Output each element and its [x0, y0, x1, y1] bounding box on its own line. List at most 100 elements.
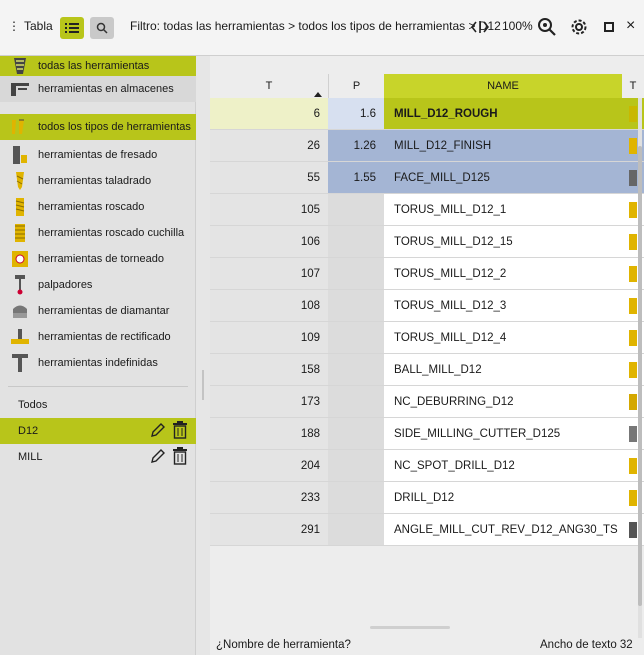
sidebar-item-all-types[interactable]: todos los tipos de herramientas: [0, 114, 196, 140]
delete-filter-button[interactable]: [172, 447, 188, 465]
cell-tool-number[interactable]: 105: [210, 194, 328, 225]
cell-tool-number[interactable]: 108: [210, 290, 328, 321]
sidebar-item-label: herramientas roscado: [38, 201, 145, 213]
sidebar-item-magazines[interactable]: herramientas en almacenes: [0, 76, 196, 102]
sidebar-item-thread-mill[interactable]: herramientas roscado cuchilla: [0, 220, 196, 246]
cell-tool-number[interactable]: 26: [210, 130, 328, 161]
cell-tool-number[interactable]: 173: [210, 386, 328, 417]
cell-pocket[interactable]: 1.55: [328, 162, 384, 193]
cell-pocket[interactable]: [328, 482, 384, 513]
column-header-type[interactable]: T: [622, 74, 644, 98]
search-button[interactable]: [90, 17, 114, 39]
cell-tool-number[interactable]: 233: [210, 482, 328, 513]
filter-item-mill[interactable]: MILL: [0, 444, 196, 470]
horizontal-scrollbar[interactable]: [370, 626, 450, 629]
cell-pocket[interactable]: [328, 418, 384, 449]
tapping-tool-icon: [10, 196, 30, 218]
cell-tool-number[interactable]: 188: [210, 418, 328, 449]
filter-label: Todos: [18, 399, 48, 411]
cell-tool-name[interactable]: TORUS_MILL_D12_4: [384, 322, 622, 353]
table-menu[interactable]: ⋮ Tabla: [8, 19, 53, 33]
sidebar-item-label: herramientas en almacenes: [38, 83, 174, 95]
column-header-t[interactable]: T: [210, 74, 328, 98]
cell-tool-name[interactable]: TORUS_MILL_D12_3: [384, 290, 622, 321]
cell-tool-name[interactable]: SIDE_MILLING_CUTTER_D125: [384, 418, 622, 449]
trash-icon: [173, 447, 187, 465]
cell-pocket[interactable]: [328, 386, 384, 417]
cell-tool-name[interactable]: FACE_MILL_D125: [384, 162, 622, 193]
cell-pocket[interactable]: [328, 290, 384, 321]
table-row[interactable]: 107 TORUS_MILL_D12_2: [210, 258, 644, 290]
cell-pocket[interactable]: [328, 194, 384, 225]
filter-item-d12[interactable]: D12: [0, 418, 196, 444]
sidebar-item-dressing[interactable]: herramientas de diamantar: [0, 298, 196, 324]
vertical-scrollbar[interactable]: [638, 146, 642, 606]
cell-tool-number[interactable]: 6: [210, 98, 328, 129]
cell-tool-number[interactable]: 106: [210, 226, 328, 257]
table-row[interactable]: 158 BALL_MILL_D12: [210, 354, 644, 386]
cell-pocket[interactable]: 1.26: [328, 130, 384, 161]
cell-pocket[interactable]: [328, 226, 384, 257]
edit-filter-button[interactable]: [150, 422, 166, 438]
table-row[interactable]: 109 TORUS_MILL_D12_4: [210, 322, 644, 354]
cell-tool-name[interactable]: MILL_D12_FINISH: [384, 130, 622, 161]
trash-icon: [173, 421, 187, 439]
table-row[interactable]: 6 1.6 MILL_D12_ROUGH: [210, 98, 644, 130]
sidebar-item-probes[interactable]: palpadores: [0, 272, 196, 298]
sidebar-item-drilling[interactable]: herramientas taladrado: [0, 168, 196, 194]
cell-tool-name[interactable]: TORUS_MILL_D12_2: [384, 258, 622, 289]
cell-tool-name[interactable]: NC_SPOT_DRILL_D12: [384, 450, 622, 481]
table-row[interactable]: 173 NC_DEBURRING_D12: [210, 386, 644, 418]
code-view-button[interactable]: [470, 17, 490, 37]
cell-tool-name[interactable]: MILL_D12_ROUGH: [384, 98, 622, 129]
column-header-p[interactable]: P: [328, 74, 384, 98]
list-view-button[interactable]: [60, 17, 84, 39]
edit-filter-button[interactable]: [150, 448, 166, 464]
panel-splitter[interactable]: [202, 370, 204, 400]
tool-table: T P NAME T 6 1.6 MILL_D12_ROUGH 26 1.26 MILL_…: [210, 56, 644, 655]
filter-item-all[interactable]: Todos: [0, 392, 196, 418]
table-row[interactable]: 233 DRILL_D12: [210, 482, 644, 514]
table-row[interactable]: 291 ANGLE_MILL_CUT_REV_D12_ANG30_TS: [210, 514, 644, 546]
cell-pocket[interactable]: [328, 322, 384, 353]
cell-tool-name[interactable]: BALL_MILL_D12: [384, 354, 622, 385]
cell-tool-name[interactable]: TORUS_MILL_D12_15: [384, 226, 622, 257]
cell-pocket[interactable]: [328, 514, 384, 545]
sidebar-item-grinding[interactable]: herramientas de rectificado: [0, 324, 196, 350]
cell-tool-name[interactable]: NC_DEBURRING_D12: [384, 386, 622, 417]
cell-tool-name[interactable]: TORUS_MILL_D12_1: [384, 194, 622, 225]
table-menu-label: Tabla: [24, 19, 53, 33]
touch-probe-icon: [10, 274, 30, 296]
table-row[interactable]: 188 SIDE_MILLING_CUTTER_D125: [210, 418, 644, 450]
cell-tool-number[interactable]: 109: [210, 322, 328, 353]
cell-tool-number[interactable]: 291: [210, 514, 328, 545]
column-header-name[interactable]: NAME: [384, 74, 622, 98]
settings-button[interactable]: [568, 16, 590, 38]
cell-pocket[interactable]: [328, 354, 384, 385]
maximize-button[interactable]: [604, 22, 614, 32]
sidebar-item-all-tools[interactable]: todas las herramientas: [0, 56, 196, 76]
cell-tool-number[interactable]: 107: [210, 258, 328, 289]
cell-tool-name[interactable]: DRILL_D12: [384, 482, 622, 513]
sidebar-item-turning[interactable]: herramientas de torneado: [0, 246, 196, 272]
cell-pocket[interactable]: [328, 450, 384, 481]
zoom-button[interactable]: [536, 16, 558, 38]
cell-tool-number[interactable]: 158: [210, 354, 328, 385]
table-row[interactable]: 26 1.26 MILL_D12_FINISH: [210, 130, 644, 162]
cell-tool-name[interactable]: ANGLE_MILL_CUT_REV_D12_ANG30_TS: [384, 514, 622, 545]
table-row[interactable]: 204 NC_SPOT_DRILL_D12: [210, 450, 644, 482]
close-button[interactable]: ×: [626, 17, 635, 35]
table-row[interactable]: 108 TORUS_MILL_D12_3: [210, 290, 644, 322]
table-row[interactable]: 106 TORUS_MILL_D12_15: [210, 226, 644, 258]
sidebar-item-undefined[interactable]: herramientas indefinidas: [0, 350, 196, 376]
sidebar-item-milling[interactable]: herramientas de fresado: [0, 142, 196, 168]
delete-filter-button[interactable]: [172, 421, 188, 439]
cell-pocket[interactable]: [328, 258, 384, 289]
zoom-level: 100%: [502, 19, 533, 33]
table-row[interactable]: 105 TORUS_MILL_D12_1: [210, 194, 644, 226]
table-row[interactable]: 55 1.55 FACE_MILL_D125: [210, 162, 644, 194]
cell-tool-number[interactable]: 204: [210, 450, 328, 481]
cell-tool-number[interactable]: 55: [210, 162, 328, 193]
cell-pocket[interactable]: 1.6: [328, 98, 384, 129]
sidebar-item-tapping[interactable]: herramientas roscado: [0, 194, 196, 220]
